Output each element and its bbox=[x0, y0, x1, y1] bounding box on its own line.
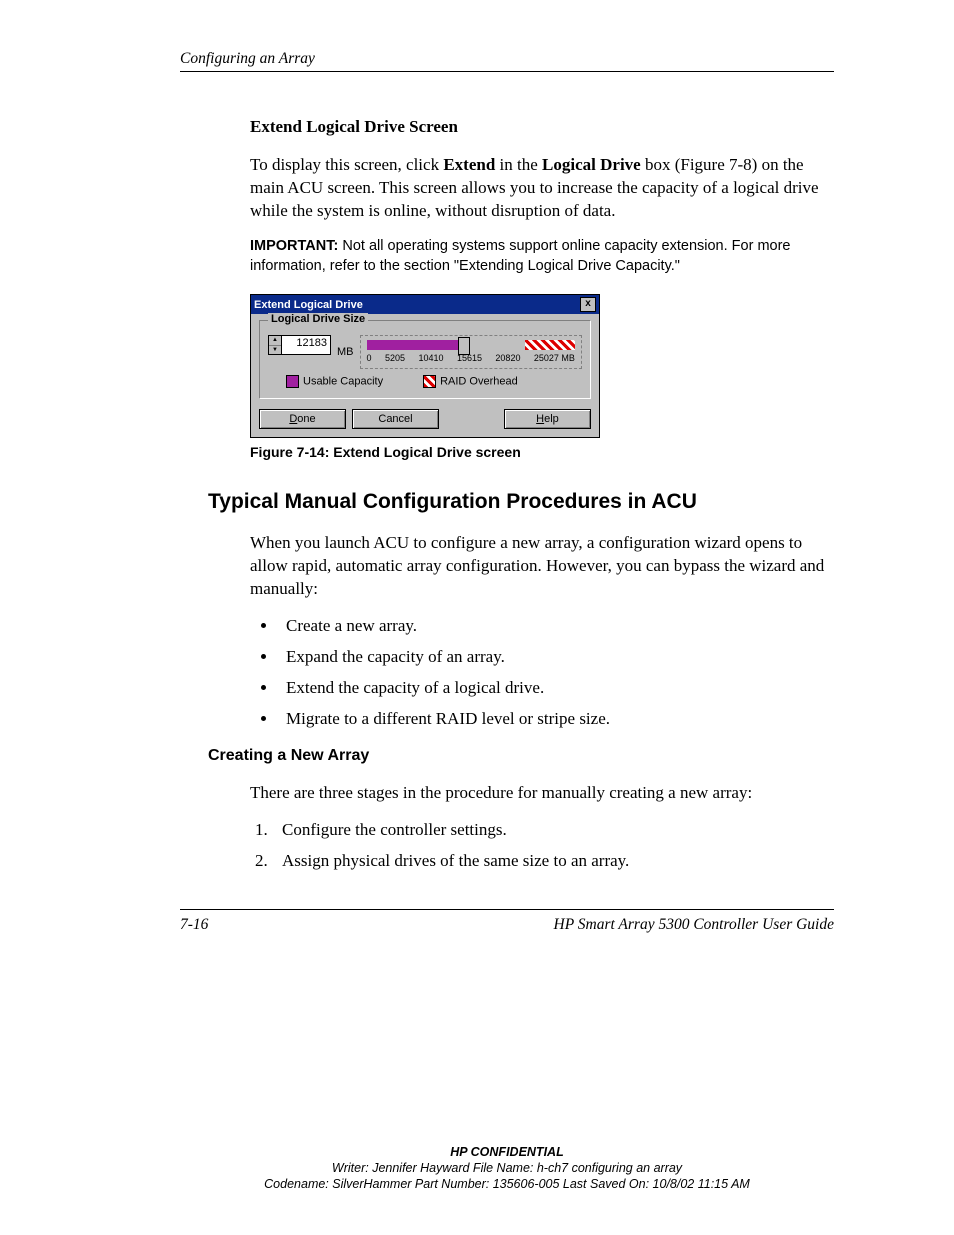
list-item: Expand the capacity of an array. bbox=[278, 646, 834, 669]
tick: 5205 bbox=[385, 353, 405, 363]
text: To display this screen, click bbox=[250, 155, 443, 174]
list-item: Create a new array. bbox=[278, 615, 834, 638]
swatch-raid-icon bbox=[423, 375, 436, 388]
done-button[interactable]: Done bbox=[259, 409, 346, 429]
size-spinner[interactable]: ▲ ▼ 12183 bbox=[268, 335, 331, 355]
spinner-buttons[interactable]: ▲ ▼ bbox=[269, 336, 282, 354]
close-icon[interactable]: x bbox=[580, 297, 596, 312]
legend-raid: RAID Overhead bbox=[423, 375, 518, 388]
stages-paragraph: There are three stages in the procedure … bbox=[250, 782, 834, 805]
manual-actions-list: Create a new array. Expand the capacity … bbox=[250, 615, 834, 731]
confidential-block: HP CONFIDENTIAL Writer: Jennifer Hayward… bbox=[180, 1144, 834, 1193]
dialog-titlebar: Extend Logical Drive x bbox=[251, 295, 599, 314]
slider-ticks: 0 5205 10410 15615 20820 25027 MB bbox=[367, 353, 576, 363]
confidential-title: HP CONFIDENTIAL bbox=[180, 1144, 834, 1160]
wizard-paragraph: When you launch ACU to configure a new a… bbox=[250, 532, 834, 601]
section-heading-extend: Extend Logical Drive Screen bbox=[250, 117, 834, 137]
raid-overhead-segment bbox=[525, 340, 575, 350]
legend-raid-label: RAID Overhead bbox=[440, 376, 518, 388]
running-header: Configuring an Array bbox=[180, 50, 834, 72]
page-footer: 7-16 HP Smart Array 5300 Controller User… bbox=[180, 909, 834, 934]
guide-title: HP Smart Array 5300 Controller User Guid… bbox=[554, 916, 834, 934]
list-item: Extend the capacity of a logical drive. bbox=[278, 677, 834, 700]
confidential-writer: Writer: Jennifer Hayward File Name: h-ch… bbox=[180, 1160, 834, 1176]
extend-logical-drive-dialog: Extend Logical Drive x Logical Drive Siz… bbox=[250, 294, 600, 438]
page-number: 7-16 bbox=[180, 916, 208, 934]
confidential-codename: Codename: SilverHammer Part Number: 1356… bbox=[180, 1176, 834, 1192]
help-button[interactable]: Help bbox=[504, 409, 591, 429]
swatch-usable-icon bbox=[286, 375, 299, 388]
mb-label: MB bbox=[337, 346, 354, 358]
legend-usable: Usable Capacity bbox=[286, 375, 383, 388]
tick: 10410 bbox=[418, 353, 443, 363]
group-label: Logical Drive Size bbox=[268, 313, 368, 325]
done-label-rest: one bbox=[297, 413, 315, 425]
important-label: IMPORTANT: bbox=[250, 238, 338, 254]
intro-paragraph: To display this screen, click Extend in … bbox=[250, 154, 834, 223]
logical-drive-size-group: Logical Drive Size ▲ ▼ 12183 MB bbox=[259, 320, 591, 399]
bold-extend: Extend bbox=[443, 155, 495, 174]
chevron-up-icon[interactable]: ▲ bbox=[269, 336, 281, 346]
heading-typical-procedures: Typical Manual Configuration Procedures … bbox=[208, 490, 834, 514]
tick: 20820 bbox=[495, 353, 520, 363]
tick: 0 bbox=[367, 353, 372, 363]
legend: Usable Capacity RAID Overhead bbox=[268, 375, 582, 388]
list-item: Migrate to a different RAID level or str… bbox=[278, 708, 834, 731]
size-value[interactable]: 12183 bbox=[282, 336, 330, 354]
list-item: Assign physical drives of the same size … bbox=[272, 850, 834, 873]
bold-logical-drive: Logical Drive bbox=[542, 155, 641, 174]
heading-creating-array: Creating a New Array bbox=[208, 747, 834, 765]
help-label-rest: elp bbox=[544, 413, 559, 425]
slider-thumb[interactable] bbox=[458, 337, 470, 355]
figure-caption: Figure 7-14: Extend Logical Drive screen bbox=[250, 444, 834, 460]
size-slider[interactable]: 0 5205 10410 15615 20820 25027 MB bbox=[360, 335, 583, 369]
important-note: IMPORTANT: Not all operating systems sup… bbox=[250, 237, 834, 276]
chevron-down-icon[interactable]: ▼ bbox=[269, 346, 281, 355]
legend-usable-label: Usable Capacity bbox=[303, 376, 383, 388]
stages-list: Configure the controller settings. Assig… bbox=[250, 819, 834, 873]
tick: 25027 MB bbox=[534, 353, 575, 363]
text: in the bbox=[495, 155, 542, 174]
list-item: Configure the controller settings. bbox=[272, 819, 834, 842]
usable-segment bbox=[367, 340, 459, 350]
cancel-button[interactable]: Cancel bbox=[352, 409, 439, 429]
dialog-title-text: Extend Logical Drive bbox=[254, 299, 363, 311]
